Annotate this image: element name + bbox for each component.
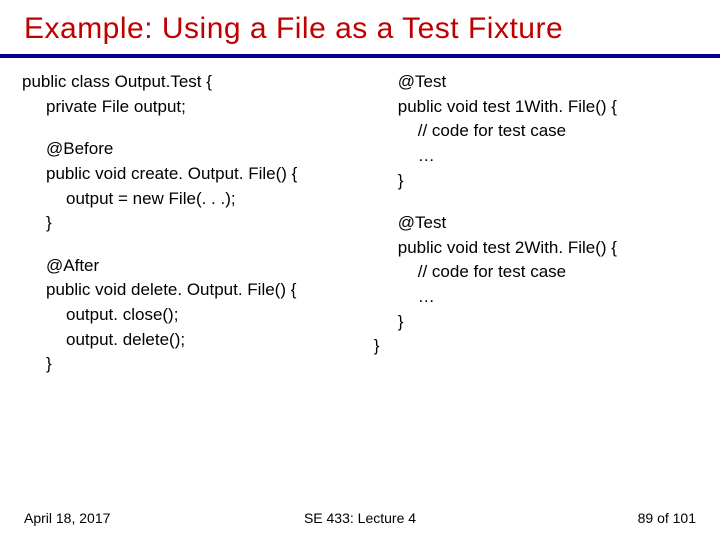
code-line: }	[22, 211, 374, 236]
right-column: @Test public void test 1With. File() { /…	[374, 70, 704, 395]
code-line: private File output;	[22, 95, 374, 120]
code-line: public void delete. Output. File() {	[22, 278, 374, 303]
code-line: @Test	[374, 211, 704, 236]
code-line: }	[374, 169, 704, 194]
code-line: }	[374, 334, 704, 359]
code-block-test1: @Test public void test 1With. File() { /…	[374, 70, 704, 193]
code-line: }	[374, 310, 704, 335]
code-line: public void test 1With. File() {	[374, 95, 704, 120]
footer-date: April 18, 2017	[24, 510, 110, 526]
slide-footer: April 18, 2017 SE 433: Lecture 4 89 of 1…	[0, 510, 720, 526]
code-line: output. close();	[22, 303, 374, 328]
code-line: @Before	[22, 137, 374, 162]
code-line: …	[374, 285, 704, 310]
code-line: public void test 2With. File() {	[374, 236, 704, 261]
code-line: }	[22, 352, 374, 377]
code-line: public void create. Output. File() {	[22, 162, 374, 187]
code-block-before: @Before public void create. Output. File…	[22, 137, 374, 236]
code-line: @After	[22, 254, 374, 279]
content-columns: public class Output.Test { private File …	[0, 58, 720, 395]
code-line: public class Output.Test {	[22, 70, 374, 95]
code-block-after: @After public void delete. Output. File(…	[22, 254, 374, 377]
code-block-test2: @Test public void test 2With. File() { /…	[374, 211, 704, 359]
code-line: @Test	[374, 70, 704, 95]
slide: Example: Using a File as a Test Fixture …	[0, 0, 720, 540]
code-line: output. delete();	[22, 328, 374, 353]
code-line: …	[374, 144, 704, 169]
code-line: // code for test case	[374, 260, 704, 285]
left-column: public class Output.Test { private File …	[16, 70, 374, 395]
slide-title: Example: Using a File as a Test Fixture	[0, 0, 720, 54]
code-block-class-decl: public class Output.Test { private File …	[22, 70, 374, 119]
code-line: output = new File(. . .);	[22, 187, 374, 212]
code-line: // code for test case	[374, 119, 704, 144]
footer-page: 89 of 101	[638, 510, 696, 526]
